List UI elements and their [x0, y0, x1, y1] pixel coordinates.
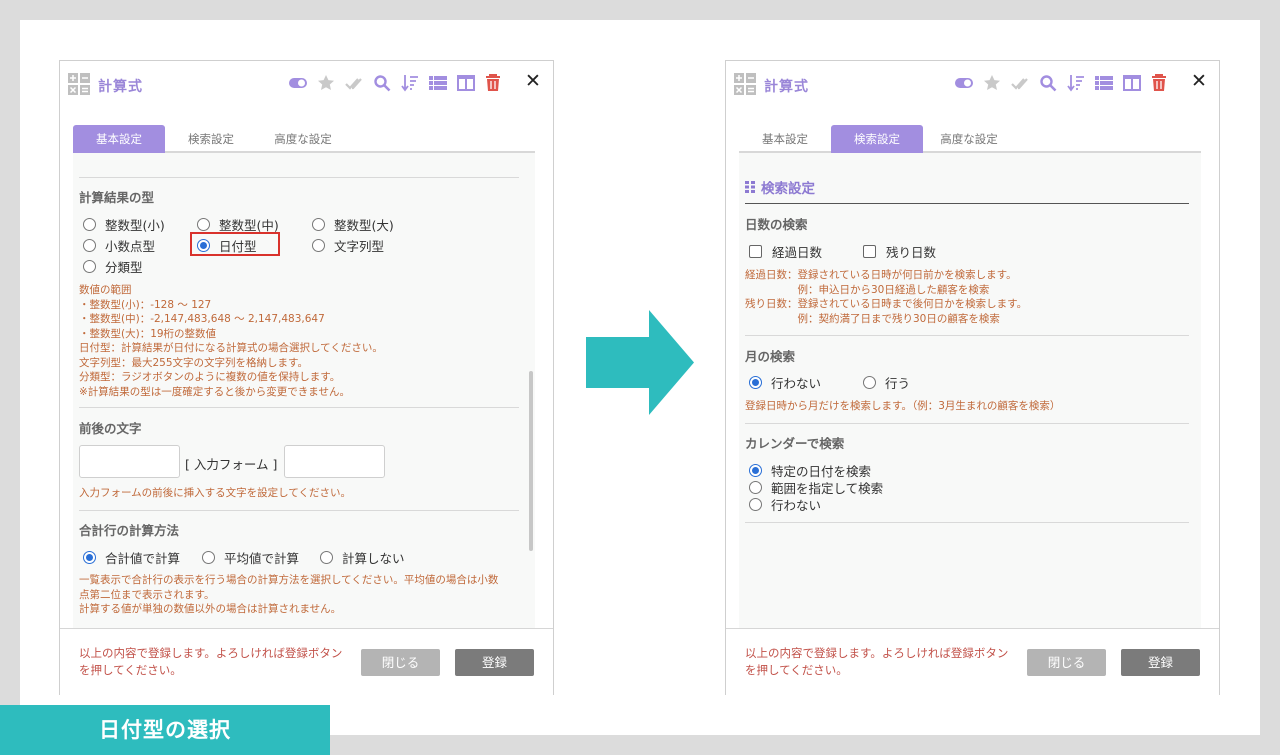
double-check-icon[interactable] [345, 74, 363, 92]
toggle-icon[interactable] [289, 74, 307, 92]
sort-icon[interactable] [401, 74, 419, 92]
tab-search[interactable]: 検索設定 [165, 125, 257, 153]
divider [745, 203, 1189, 204]
tab-advanced[interactable]: 高度な設定 [257, 125, 349, 153]
tab-basic[interactable]: 基本設定 [73, 125, 165, 153]
trash-icon[interactable] [1150, 74, 1168, 92]
tab-advanced[interactable]: 高度な設定 [923, 125, 1015, 153]
tab-bar: 基本設定 検索設定 高度な設定 [73, 125, 535, 153]
highlight-box [190, 232, 280, 256]
affix-note: 入力フォームの前後に挿入する文字を設定してください。 [79, 487, 352, 499]
star-icon[interactable] [317, 74, 335, 92]
calc-dialog-basic: 計算式 ✕ 基本設定 検索設定 高度な設定 計算結果の型 整数型(小) 整数型(… [59, 60, 554, 696]
prefix-input[interactable] [79, 445, 180, 478]
dialog-title: 計算式 [98, 79, 143, 95]
sort-icon[interactable] [1067, 74, 1085, 92]
arrow-right-icon [586, 310, 694, 415]
dialog-body: 検索設定 日数の検索 経過日数 残り日数 経過日数：登録されている日時が何日前か… [739, 153, 1201, 628]
radio-sum[interactable]: 合計値で計算 [83, 548, 180, 567]
star-icon[interactable] [983, 74, 1001, 92]
check-remaining-days[interactable]: 残り日数 [863, 242, 936, 261]
radio-decimal[interactable]: 小数点型 [83, 236, 155, 255]
calculator-icon [734, 73, 756, 95]
total-row-title: 合計行の計算方法 [79, 523, 180, 538]
check-elapsed-days[interactable]: 経過日数 [749, 242, 822, 261]
divider [745, 335, 1189, 336]
divider [745, 423, 1189, 424]
month-search-title: 月の検索 [745, 349, 796, 364]
close-button[interactable]: 閉じる [1027, 649, 1106, 676]
tab-bar: 基本設定 検索設定 高度な設定 [739, 125, 1201, 153]
radio-average[interactable]: 平均値で計算 [202, 548, 299, 567]
close-icon[interactable]: ✕ [1189, 71, 1209, 91]
close-icon[interactable]: ✕ [523, 71, 543, 91]
search-icon[interactable] [1039, 74, 1057, 92]
divider [79, 407, 519, 408]
divider [79, 510, 519, 511]
toggle-icon[interactable] [955, 74, 973, 92]
dialog-header: 計算式 ✕ [60, 61, 553, 111]
close-button[interactable]: 閉じる [361, 649, 440, 676]
radio-no-calc[interactable]: 計算しない [320, 548, 405, 567]
days-search-title: 日数の検索 [745, 217, 808, 232]
search-icon[interactable] [373, 74, 391, 92]
list-icon[interactable] [1095, 74, 1113, 92]
calculator-icon [68, 73, 90, 95]
radio-int-large[interactable]: 整数型(大) [312, 215, 394, 234]
result-type-title: 計算結果の型 [79, 190, 155, 205]
footer-message: 以上の内容で登録します。よろしければ登録ボタンを押してください。 [745, 646, 1009, 677]
tab-basic[interactable]: 基本設定 [739, 125, 831, 153]
columns-icon[interactable] [457, 74, 475, 92]
register-button[interactable]: 登録 [455, 649, 534, 676]
dialog-header: 計算式 ✕ [726, 61, 1219, 111]
register-button[interactable]: 登録 [1121, 649, 1200, 676]
scrollbar[interactable] [529, 371, 533, 551]
dialog-title: 計算式 [764, 79, 809, 95]
dialog-body: 計算結果の型 整数型(小) 整数型(中) 整数型(大) 小数点型 日付型 文字列… [73, 153, 535, 628]
grip-icon [745, 181, 755, 193]
days-search-note: 経過日数：登録されている日時が何日前かを検索します。 例：申込日から30日経過し… [745, 269, 1028, 325]
calc-dialog-search: 計算式 ✕ 基本設定 検索設定 高度な設定 検索設定 日数の検索 経過日数 残り… [725, 60, 1220, 696]
list-icon[interactable] [429, 74, 447, 92]
radio-int-small[interactable]: 整数型(小) [83, 215, 165, 234]
suffix-input[interactable] [284, 445, 385, 478]
caption-banner: 日付型の選択 [0, 705, 330, 755]
search-settings-heading: 検索設定 [745, 177, 815, 197]
radio-calendar-none[interactable]: 行わない [749, 495, 821, 514]
result-type-note: 数値の範囲 ・整数型(小)：-128 〜 127 ・整数型(中)：-2,147,… [79, 284, 383, 398]
total-row-note: 一覧表示で合計行の表示を行う場合の計算方法を選択してください。平均値の場合は小数… [79, 574, 499, 615]
tab-search[interactable]: 検索設定 [831, 125, 923, 153]
double-check-icon[interactable] [1011, 74, 1029, 92]
radio-category[interactable]: 分類型 [83, 257, 143, 276]
divider [79, 177, 519, 178]
divider [745, 522, 1189, 523]
affix-middle-label: [ 入力フォーム ] [185, 457, 278, 472]
search-settings-title: 検索設定 [761, 181, 815, 197]
columns-icon[interactable] [1123, 74, 1141, 92]
footer-message: 以上の内容で登録します。よろしければ登録ボタンを押してください。 [79, 646, 343, 677]
calendar-search-title: カレンダーで検索 [745, 436, 845, 451]
radio-month-off[interactable]: 行わない [749, 373, 821, 392]
radio-month-on[interactable]: 行う [863, 373, 910, 392]
radio-string[interactable]: 文字列型 [312, 236, 384, 255]
trash-icon[interactable] [484, 74, 502, 92]
affix-title: 前後の文字 [79, 421, 142, 436]
dialog-footer: 以上の内容で登録します。よろしければ登録ボタンを押してください。 閉じる 登録 [726, 628, 1219, 696]
month-search-note: 登録日時から月だけを検索します。（例：3月生まれの顧客を検索） [745, 400, 1061, 412]
dialog-footer: 以上の内容で登録します。よろしければ登録ボタンを押してください。 閉じる 登録 [60, 628, 553, 696]
